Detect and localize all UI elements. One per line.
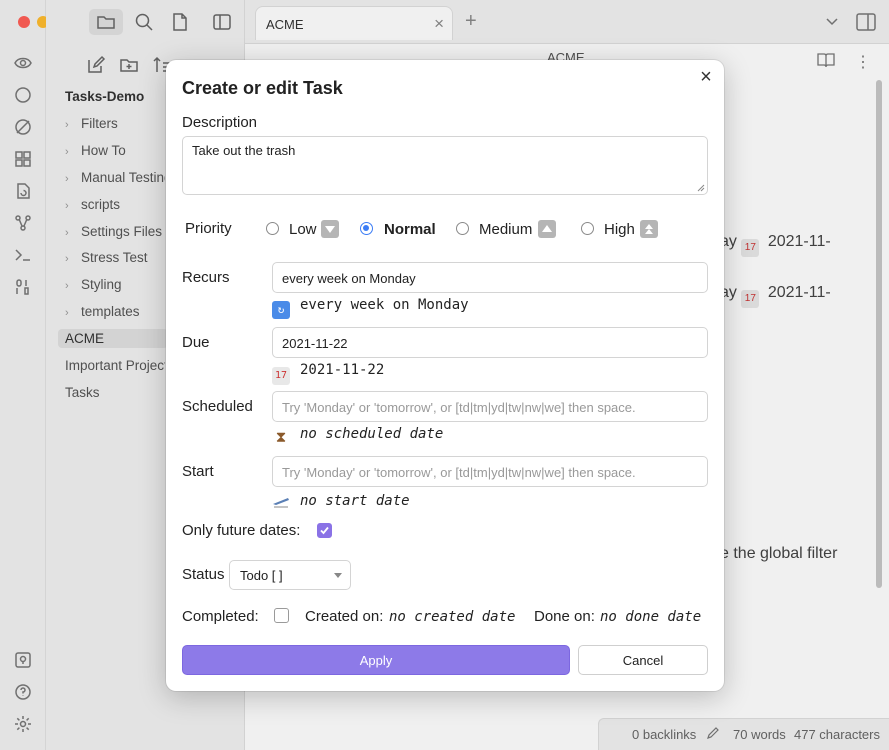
scheduled-preview: ⧗ no scheduled date: [272, 426, 443, 446]
priority-high-label[interactable]: High: [604, 221, 635, 238]
scheduled-input[interactable]: Try 'Monday' or 'tomorrow', or [td|tm|yd…: [272, 391, 708, 422]
start-preview-text: no start date: [300, 493, 410, 509]
scheduled-label: Scheduled: [182, 398, 253, 415]
priority-medium-radio[interactable]: [456, 222, 469, 235]
completed-checkbox[interactable]: [274, 608, 289, 623]
due-preview-text: 2021-11-22: [300, 362, 385, 378]
medium-priority-icon: [538, 220, 556, 238]
cancel-button[interactable]: Cancel: [578, 645, 708, 675]
resize-grip-icon[interactable]: [697, 184, 705, 192]
created-on-value: no created date: [389, 609, 516, 625]
only-future-label: Only future dates:: [182, 522, 301, 539]
due-preview: 17 2021-11-22: [272, 362, 384, 385]
due-input[interactable]: 2021-11-22: [272, 327, 708, 358]
airplane-departure-icon: [272, 491, 290, 509]
start-preview: no start date: [272, 491, 410, 509]
done-on-label: Done on:: [534, 608, 595, 625]
task-edit-modal: Create or edit Task × Description Take o…: [166, 60, 724, 691]
created-on-label: Created on:: [305, 608, 384, 625]
description-label: Description: [182, 114, 258, 131]
status-label: Status: [182, 566, 225, 583]
status-select-value: Todo [ ]: [240, 568, 283, 583]
priority-medium-label[interactable]: Medium: [479, 221, 532, 238]
low-priority-icon: [321, 220, 339, 238]
start-input[interactable]: Try 'Monday' or 'tomorrow', or [td|tm|yd…: [272, 456, 708, 487]
scheduled-preview-text: no scheduled date: [300, 426, 444, 442]
done-on-value: no done date: [600, 609, 702, 625]
only-future-checkbox[interactable]: [317, 523, 332, 538]
completed-label: Completed:: [182, 608, 259, 625]
priority-normal-radio[interactable]: [360, 222, 373, 235]
calendar-icon: 17: [272, 367, 290, 385]
status-select[interactable]: Todo [ ]: [229, 560, 351, 590]
chevron-down-icon: [334, 573, 342, 578]
recurs-label: Recurs: [182, 269, 230, 286]
hourglass-icon: ⧗: [272, 428, 290, 446]
apply-button[interactable]: Apply: [182, 645, 570, 675]
recurs-preview: ↻ every week on Monday: [272, 297, 469, 319]
priority-low-label[interactable]: Low: [289, 221, 317, 238]
modal-title: Create or edit Task: [182, 78, 343, 98]
close-icon[interactable]: ×: [696, 67, 716, 87]
repeat-icon: ↻: [272, 301, 290, 319]
priority-label: Priority: [185, 220, 232, 237]
priority-normal-label[interactable]: Normal: [384, 221, 436, 238]
description-textarea[interactable]: Take out the trash: [182, 136, 708, 195]
recurs-input[interactable]: every week on Monday: [272, 262, 708, 293]
priority-high-radio[interactable]: [581, 222, 594, 235]
description-text: Take out the trash: [192, 143, 296, 158]
due-label: Due: [182, 334, 210, 351]
high-priority-icon: [640, 220, 658, 238]
recurs-preview-text: every week on Monday: [300, 297, 469, 313]
start-label: Start: [182, 463, 214, 480]
priority-low-radio[interactable]: [266, 222, 279, 235]
